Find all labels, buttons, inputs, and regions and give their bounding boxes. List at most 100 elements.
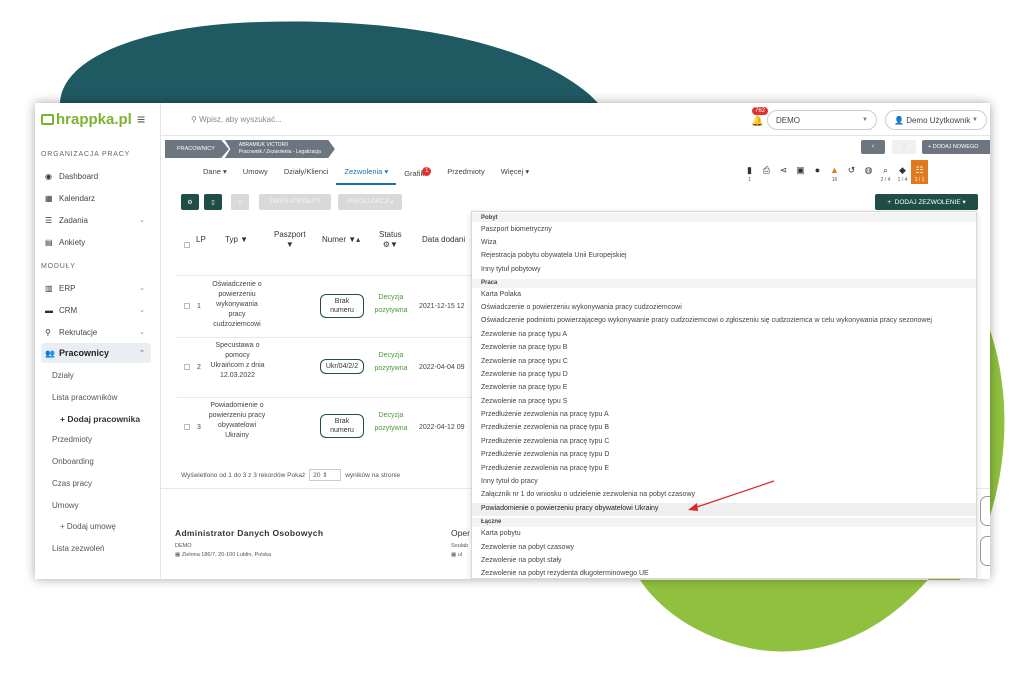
bell-icon[interactable]: ▲ 16 — [826, 165, 843, 184]
sidebar-sub-onboarding[interactable]: Onboarding — [52, 457, 94, 466]
next-button[interactable]: › — [892, 140, 916, 154]
delete-button[interactable]: ▯ — [231, 194, 249, 210]
crm-icon: ▬ — [45, 305, 53, 315]
sidebar-item-recruitment[interactable]: ⚲ Rekrutacje ⌄ — [41, 322, 151, 342]
permit-type-dropdown: Pobyt Paszport biometryczny Wiza Rejestr… — [471, 211, 977, 579]
sidebar-sub-contracts[interactable]: Umowy — [52, 501, 79, 510]
share-icon[interactable]: ⋖ — [775, 165, 792, 184]
tab-label: Dane — [203, 167, 221, 176]
tab-przedmioty[interactable]: Przedmioty — [439, 167, 493, 185]
sidebar-item-calendar[interactable]: ▦ Kalendarz — [41, 188, 151, 208]
tab-badge: 1 — [422, 167, 432, 176]
sidebar-item-label: Kalendarz — [59, 193, 96, 203]
notification-badge: 762 — [752, 107, 769, 115]
more-options-button[interactable]: WIĘCEJ OPCJI ▾ — [338, 194, 402, 210]
company-select[interactable]: DEMO ▼ — [767, 110, 877, 130]
change-attributes-button[interactable]: ZMIEŃ ATRYBUTY — [259, 194, 331, 210]
sidebar-item-surveys[interactable]: ▤ Ankiety — [41, 232, 151, 252]
row-checkbox[interactable] — [184, 364, 190, 370]
sidebar-sub-employee-list[interactable]: Lista pracowników — [52, 393, 117, 402]
logo-box-icon — [41, 114, 54, 125]
prev-button[interactable]: ‹ — [861, 140, 885, 154]
sidebar-sub-add-contract[interactable]: + Dodaj umowę — [60, 522, 116, 531]
attachment-icon[interactable]: ⌕ 2 / 4 — [877, 165, 894, 184]
logo[interactable]: hrappka.pl — [41, 111, 132, 128]
list-check-icon[interactable]: ☷ 1 / 1 — [911, 160, 928, 184]
row-checkbox[interactable] — [184, 303, 190, 309]
survey-icon: ▤ — [45, 237, 53, 247]
sidebar-item-tasks[interactable]: ☰ Zadania ⌄ — [41, 210, 151, 230]
sidebar-item-employees[interactable]: 👥 Pracownicy ⌃ — [41, 343, 151, 363]
sidebar-sub-permits[interactable]: Lista zezwoleń — [52, 544, 104, 553]
search-input[interactable]: ⚲ Wpisz, aby wyszukać... — [191, 115, 282, 124]
document-icon[interactable]: ▮ 1 — [741, 165, 758, 184]
sidebar-sub-items[interactable]: Przedmioty — [52, 435, 92, 444]
table-footer: Wyświetlono od 1 do 3 z 3 rekordów Pokaż… — [181, 469, 400, 481]
search-icon: ⚲ — [191, 115, 200, 124]
notification-bell-icon[interactable]: 🔔 — [751, 116, 763, 127]
tab-umowy[interactable]: Umowy — [235, 167, 276, 185]
row-numer-pill[interactable]: Ukr/04/2/2 — [320, 359, 364, 374]
admin-company: DEMO — [175, 543, 192, 549]
tab-wiecej[interactable]: Więcej ▾ — [493, 167, 537, 185]
print-icon[interactable]: ⎙ — [758, 165, 775, 184]
settings-button[interactable]: ⚙ — [181, 194, 199, 210]
dashboard-icon: ◉ — [45, 171, 52, 181]
sidebar-sub-departments[interactable]: Działy — [52, 371, 74, 380]
col-label: Numer — [322, 235, 347, 244]
col-data[interactable]: Data dodani — [422, 235, 465, 244]
tab-bar: Dane ▾ Umowy Działy/Klienci Zezwolenia ▾… — [195, 167, 537, 185]
hamburger-menu-icon[interactable]: ≡ — [137, 111, 145, 127]
map-icon: ▦ — [451, 552, 458, 558]
col-numer[interactable]: Numer ▼▴ — [322, 235, 360, 244]
sidebar-item-dashboard[interactable]: ◉ Dashboard — [41, 166, 151, 186]
operator-address: ▦ ul — [451, 552, 462, 558]
calendar-check-icon[interactable]: ▣ — [792, 165, 809, 184]
add-new-label: DODAJ NOWEGO — [932, 144, 979, 150]
sidebar-item-label: Pracownicy — [59, 348, 110, 358]
filter-icon: ▼ — [240, 235, 249, 244]
add-permit-button[interactable]: + DODAJ ZEZWOLENIE ▾ — [875, 194, 978, 210]
comment-icon[interactable]: ● — [809, 165, 826, 184]
breadcrumb-root[interactable]: PRACOWNICY — [165, 140, 229, 158]
row-checkbox[interactable] — [184, 424, 190, 430]
row-date: 2022-04-04 09 — [419, 364, 465, 371]
col-status[interactable]: Status ⚙▼ — [379, 230, 402, 250]
tab-grafik[interactable]: Grafik1 — [396, 167, 439, 185]
trash-icon: ▯ — [238, 199, 242, 206]
tab-zezwolenia[interactable]: Zezwolenia ▾ — [336, 167, 397, 185]
row-numer-pill[interactable]: Brak numeru — [320, 294, 364, 318]
export-button[interactable]: ▯ — [204, 194, 222, 210]
sidebar-sub-add-employee[interactable]: + Dodaj pracownika — [60, 414, 140, 424]
tab-dzialy[interactable]: Działy/Klienci — [276, 167, 337, 185]
sidebar-sub-work-time[interactable]: Czas pracy — [52, 479, 92, 488]
tag-icon[interactable]: ◆ 1 / 4 — [894, 165, 911, 184]
annotation-arrow — [688, 480, 775, 511]
side-widget-chat[interactable] — [980, 496, 990, 526]
plus-icon: + — [887, 198, 895, 206]
side-widget-help[interactable] — [980, 536, 990, 566]
col-paszport[interactable]: Paszport ▼ — [274, 230, 306, 250]
col-label: Typ — [225, 235, 238, 244]
add-new-button[interactable]: + DODAJ NOWEGO — [922, 140, 990, 154]
col-lp[interactable]: LP — [196, 235, 206, 244]
sidebar-item-crm[interactable]: ▬ CRM ⌄ — [41, 300, 151, 320]
col-label: Status — [379, 230, 402, 239]
chat-icon[interactable]: ◍ — [860, 165, 877, 184]
history-icon[interactable]: ↺ — [843, 165, 860, 184]
filter-icon: ▼ — [285, 240, 294, 249]
col-typ[interactable]: Typ ▼ — [225, 235, 248, 244]
chevron-down-icon: ⌄ — [139, 307, 145, 314]
users-icon: 👥 — [45, 348, 55, 358]
sidebar-item-label: ERP — [59, 283, 76, 293]
row-numer-pill[interactable]: Brak numeru — [320, 414, 364, 438]
sidebar: hrappka.pl ≡ ORGANIZACJA PRACY ◉ Dashboar… — [35, 103, 161, 579]
user-menu[interactable]: 👤 Demo Użytkownik ▼ — [885, 110, 987, 130]
operator-sub: Soulab — [451, 543, 469, 549]
admin-title: Administrator Danych Osobowych — [175, 528, 324, 538]
select-all-checkbox[interactable] — [184, 242, 190, 248]
tab-dane[interactable]: Dane ▾ — [195, 167, 235, 185]
sidebar-item-erp[interactable]: ▥ ERP ⌄ — [41, 278, 151, 298]
logo-text: hrappka.pl — [56, 111, 132, 128]
page-size-select[interactable]: 20 ⇕ — [309, 469, 342, 481]
